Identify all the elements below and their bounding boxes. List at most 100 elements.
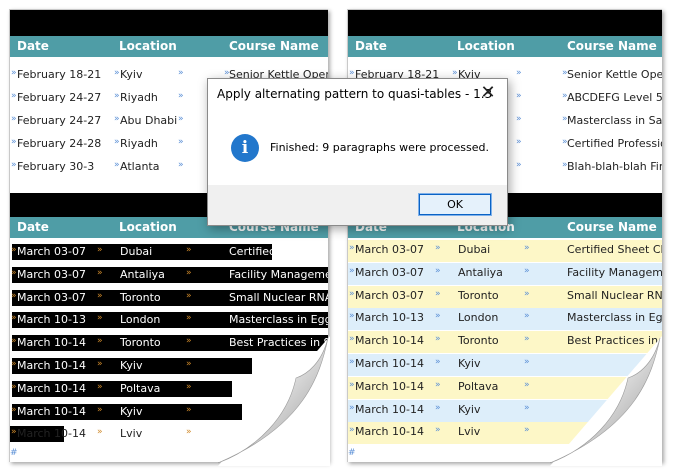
tab-marker: » <box>435 402 441 413</box>
right-page-curl-icon <box>550 336 662 466</box>
table-row: »March 10-13»London»Masterclass in Eggs … <box>10 310 328 330</box>
close-icon[interactable]: ✕ <box>478 82 498 103</box>
cell-location: Abu Dhabi <box>120 114 178 127</box>
tab-marker: » <box>186 404 192 415</box>
tab-marker: » <box>524 311 530 322</box>
ok-button[interactable]: OK <box>418 193 492 216</box>
message-dialog: Apply alternating pattern to quasi-table… <box>207 78 508 226</box>
tab-marker: » <box>349 311 355 322</box>
tab-marker: » <box>524 243 530 253</box>
tab-marker: » <box>186 267 192 278</box>
tab-marker: » <box>97 267 103 278</box>
header-date: Date <box>17 220 49 234</box>
tab-marker: » <box>435 265 441 276</box>
tab-marker: » <box>11 381 17 392</box>
tab-marker: » <box>114 114 120 124</box>
tab-marker: » <box>524 334 530 345</box>
tab-marker: » <box>435 288 441 299</box>
cell-course: Facility Management <box>229 267 328 281</box>
cell-course: Certified Sheet Class <box>229 245 328 258</box>
table-row: »March 03-07»Antaliya»Facility Managemer <box>348 262 662 285</box>
cell-location: Dubai <box>120 245 153 258</box>
cell-location: Kyiv <box>120 404 143 418</box>
tab-marker: » <box>97 381 103 392</box>
cell-location: Dubai <box>458 243 491 256</box>
cell-date: March 03-07 <box>355 243 424 256</box>
tab-marker: » <box>524 265 530 276</box>
cell-course: ABCDEFG Level 5 <box>567 91 662 104</box>
cell-date: March 10-14 <box>17 359 86 372</box>
tab-marker: » <box>516 114 522 124</box>
cell-date: March 10-14 <box>355 357 424 370</box>
cell-location: Toronto <box>120 336 161 350</box>
cell-course: Certified Professiona <box>567 137 662 150</box>
left-top-header-row: Date Location Course Name <box>10 36 328 57</box>
tab-marker: » <box>11 404 17 415</box>
cell-date: March 10-13 <box>17 313 86 327</box>
header-course: Course Name <box>567 220 657 234</box>
cell-date: February 24-27 <box>17 91 102 104</box>
tab-marker: » <box>349 265 355 276</box>
tab-marker: » <box>435 357 441 367</box>
cell-course: Small Nuclear RNA <box>567 288 662 302</box>
dialog-message: Finished: 9 paragraphs were processed. <box>270 141 490 154</box>
tab-marker: » <box>186 427 192 438</box>
cell-date: March 10-14 <box>355 402 424 416</box>
table-row: »March 03-07»Antaliya»Facility Managemen… <box>10 265 328 285</box>
tab-marker: » <box>516 91 522 101</box>
table-row: »March 03-07»Dubai»Certified Sheet Class <box>10 242 328 262</box>
cell-course: Facility Managemer <box>567 265 662 279</box>
table-row: » March 03-07» Toronto» Small Nuclear RNA <box>348 285 662 308</box>
cell-location: Toronto <box>458 334 499 348</box>
tab-marker: » <box>435 243 441 253</box>
tab-marker: » <box>349 357 355 367</box>
tab-marker: » <box>186 245 192 255</box>
table-row: »March 03-07»Dubai»Certified Sheet Clas <box>348 240 662 262</box>
cell-location: Kyiv <box>120 68 143 81</box>
tab-marker: » <box>349 425 355 436</box>
tab-marker: » <box>97 313 103 324</box>
table-row: »March 03-07»Toronto»Small Nuclear RNA M <box>10 288 328 308</box>
cell-course: Masterclass in Sausa <box>567 114 662 127</box>
tab-marker: » <box>97 359 103 369</box>
cell-location: Kyiv <box>458 402 481 416</box>
tab-marker: » <box>435 379 441 390</box>
tab-marker: » <box>11 68 17 78</box>
tab-marker: » <box>114 160 120 170</box>
cell-date: February 18-21 <box>17 68 102 81</box>
cell-date: March 03-07 <box>355 265 424 279</box>
right-top-header-row: Date Location Course Name <box>348 36 662 57</box>
left-top-black-band <box>10 10 328 36</box>
cell-location: Poltava <box>120 381 161 395</box>
tab-marker: » <box>97 336 103 347</box>
table-row: »March 10-13»London»Masterclass in Eggs <box>348 308 662 331</box>
cell-course: Blah-blah-blah Fina <box>567 160 662 173</box>
tab-marker: » <box>11 427 17 438</box>
cell-date: February 24-28 <box>17 137 102 150</box>
tab-marker: » <box>186 381 192 392</box>
cell-location: Riyadh <box>120 137 158 150</box>
tab-marker: » <box>186 290 192 301</box>
right-top-black-band <box>348 10 662 36</box>
cell-location: Kyiv <box>458 357 481 370</box>
tab-marker: » <box>178 91 184 101</box>
cell-date: March 10-14 <box>17 427 86 441</box>
tab-marker: » <box>349 243 355 253</box>
paragraph-hash-mark: # <box>10 448 18 458</box>
cell-location: London <box>458 311 499 325</box>
header-location: Location <box>119 39 177 53</box>
cell-course: Senior Kettle Opera <box>567 68 662 81</box>
cell-date: March 10-14 <box>355 379 424 393</box>
tab-marker: » <box>11 245 17 255</box>
tab-marker: » <box>516 160 522 170</box>
tab-marker: » <box>516 137 522 147</box>
tab-marker: » <box>186 336 192 347</box>
header-date: Date <box>17 39 49 53</box>
header-location: Location <box>119 220 177 234</box>
tab-marker: » <box>349 402 355 413</box>
cell-date: March 10-14 <box>17 404 86 418</box>
tab-marker: » <box>186 313 192 324</box>
tab-marker: » <box>349 68 355 78</box>
tab-marker: » <box>97 245 103 255</box>
cell-date: March 03-07 <box>17 290 86 304</box>
